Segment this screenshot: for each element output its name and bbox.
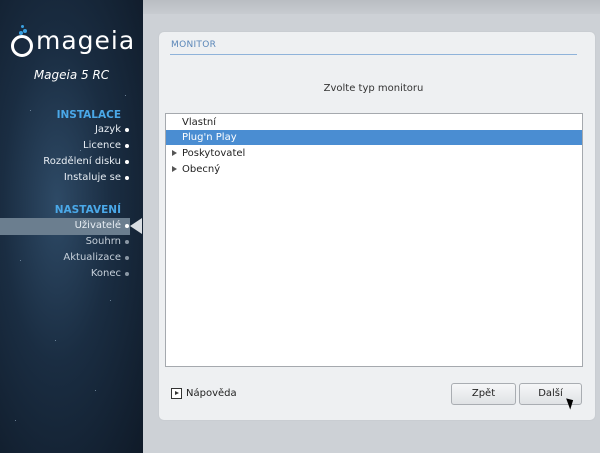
step-aktualizace: Aktualizace xyxy=(63,250,129,266)
step-pending-dot-icon xyxy=(125,240,129,244)
prompt-text: Zvolte typ monitoru xyxy=(323,83,424,94)
list-item-vlastni[interactable]: Vlastní xyxy=(166,115,582,130)
back-button[interactable]: Zpět xyxy=(451,383,516,405)
list-item-obecny[interactable]: Obecný xyxy=(166,162,582,177)
version-label: Mageia 5 RC xyxy=(33,68,110,82)
step-active-dot-icon xyxy=(125,224,129,228)
step-done-dot-icon xyxy=(125,176,129,180)
step-pending-dot-icon xyxy=(125,256,129,260)
help-label: Nápověda xyxy=(186,387,237,399)
expand-arrow-icon[interactable] xyxy=(172,166,177,172)
step-pending-dot-icon xyxy=(125,272,129,276)
help-expander-icon xyxy=(171,387,182,399)
step-done-dot-icon xyxy=(125,160,129,164)
top-bar xyxy=(143,0,600,14)
logo-text: mageia xyxy=(36,25,136,55)
step-instaluje-se: Instaluje se xyxy=(64,170,129,186)
step-jazyk: Jazyk xyxy=(95,122,129,138)
section-title-instalace: INSTALACE xyxy=(56,109,121,121)
installer-sidebar: mageia Mageia 5 RC INSTALACE Jazyk Licen… xyxy=(0,0,143,453)
step-licence: Licence xyxy=(83,138,129,154)
list-item-plugnplay[interactable]: Plug'n Play xyxy=(166,130,582,145)
panel-title: MONITOR xyxy=(171,40,217,50)
list-item-poskytovatel[interactable]: Poskytovatel xyxy=(166,146,582,161)
step-uzivatele: Uživatelé xyxy=(75,218,129,234)
step-souhrn: Souhrn xyxy=(86,234,129,250)
monitor-type-list[interactable]: Vlastní Plug'n Play Poskytovatel Obecný xyxy=(165,113,583,367)
panel-title-divider xyxy=(170,54,577,55)
section-title-nastaveni: NASTAVENÍ xyxy=(54,204,121,216)
step-done-dot-icon xyxy=(125,128,129,132)
mageia-logo: mageia xyxy=(10,20,135,60)
step-done-dot-icon xyxy=(125,144,129,148)
step-rozdeleni-disku: Rozdělení disku xyxy=(43,154,129,170)
step-konec: Konec xyxy=(91,266,129,282)
help-button[interactable]: Nápověda xyxy=(171,386,237,400)
active-step-arrow-icon xyxy=(130,218,142,234)
mageia-logo-icon xyxy=(10,25,33,57)
expand-arrow-icon[interactable] xyxy=(172,150,177,156)
